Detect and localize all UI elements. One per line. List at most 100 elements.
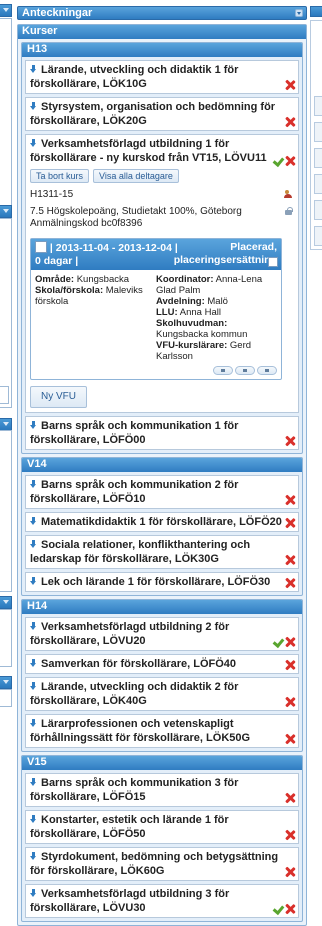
collapse-arrow-icon[interactable] [30, 139, 37, 148]
course-item[interactable]: Lärande, utveckling och didaktik 2 för f… [25, 677, 299, 711]
expand-arrow-icon[interactable] [30, 815, 37, 824]
right-tab[interactable] [314, 226, 322, 246]
left-panel-header[interactable] [0, 205, 12, 218]
expand-arrow-icon[interactable] [30, 517, 37, 526]
course-item[interactable]: Verksamhetsförlagd utbildning 2 för förs… [25, 617, 299, 651]
field-value: Kungsbacka [76, 274, 130, 285]
course-title: Lek och lärande 1 för förskollärare, LÖF… [41, 576, 271, 588]
expand-arrow-icon[interactable] [30, 480, 37, 489]
course-title: Barns språk och kommunikation 3 för förs… [30, 777, 239, 803]
field-label: LLU: [156, 307, 178, 318]
collapse-icon[interactable] [295, 9, 303, 17]
placement-tools [31, 364, 281, 379]
course-item[interactable]: Lärarprofessionen och vetenskapligt förh… [25, 714, 299, 748]
expand-arrow-icon[interactable] [30, 778, 37, 787]
course-title: Barns språk och kommunikation 1 för förs… [30, 420, 239, 446]
delete-icon[interactable] [285, 867, 295, 877]
delete-icon[interactable] [285, 734, 295, 744]
placement-card: | 2013-11-04 - 2013-12-04 | 0 dagar | Pl… [30, 238, 282, 380]
expand-arrow-icon[interactable] [30, 852, 37, 861]
term-header[interactable]: H14 [22, 600, 302, 614]
expand-arrow-icon[interactable] [30, 65, 37, 74]
course-title: Lärande, utveckling och didaktik 2 för f… [30, 681, 239, 707]
term-section: H13 Lärande, utveckling och didaktik 1 f… [21, 42, 303, 454]
term-header[interactable]: V15 [22, 756, 302, 770]
course-item[interactable]: Barns språk och kommunikation 1 för förs… [25, 416, 299, 450]
course-item[interactable]: Lek och lärande 1 för förskollärare, LÖF… [25, 572, 299, 592]
courses-panel-header[interactable]: Kurser [18, 25, 306, 39]
right-tab[interactable] [314, 148, 322, 168]
show-participants-button[interactable]: Visa alla deltagare [93, 169, 179, 183]
delete-icon[interactable] [285, 578, 295, 588]
notes-title: Anteckningar [22, 7, 93, 19]
course-item-expanded[interactable]: Verksamhetsförlagd utbildning 1 för förs… [25, 134, 299, 413]
right-tab[interactable] [314, 96, 322, 116]
field-label: Område: [35, 274, 75, 285]
term-header[interactable]: V14 [22, 458, 302, 472]
approved-check-icon [273, 156, 283, 165]
edit-placement-button[interactable] [213, 366, 233, 375]
delete-icon[interactable] [285, 637, 295, 647]
course-item[interactable]: Barns språk och kommunikation 3 för förs… [25, 773, 299, 807]
course-item[interactable]: Samverkan för förskollärare, LÖFÖ40 [25, 654, 299, 674]
right-tab[interactable] [314, 174, 322, 194]
approved-check-icon [273, 637, 283, 646]
delete-icon[interactable] [285, 495, 295, 505]
placement-details: Område: Kungsbacka Skola/förskola: Malev… [31, 270, 281, 364]
course-item[interactable]: Styrdokument, bedömning och betygsättnin… [25, 847, 299, 881]
field-label: VFU-kurslärare: [156, 340, 228, 351]
right-tab[interactable] [314, 122, 322, 142]
field-value: Kungsbacka kommun [156, 329, 248, 340]
right-tab[interactable] [314, 200, 322, 220]
lock-icon[interactable] [284, 207, 294, 216]
notes-header[interactable]: Anteckningar [17, 6, 307, 20]
placement-checkbox[interactable] [35, 241, 47, 253]
course-item[interactable]: Barns språk och kommunikation 2 för förs… [25, 475, 299, 509]
delete-icon[interactable] [285, 436, 295, 446]
delete-icon[interactable] [285, 156, 295, 166]
delete-icon[interactable] [285, 830, 295, 840]
new-vfu-button[interactable]: Ny VFU [30, 386, 87, 408]
delete-icon[interactable] [285, 117, 295, 127]
course-title: Sociala relationer, konflikthantering oc… [30, 539, 251, 565]
left-panel-header[interactable] [0, 596, 12, 609]
course-item[interactable]: Verksamhetsförlagd utbildning 3 för förs… [25, 884, 299, 918]
participants-icon[interactable] [284, 190, 294, 199]
expand-arrow-icon[interactable] [30, 622, 37, 631]
course-item[interactable]: Lärande, utveckling och didaktik 1 för f… [25, 60, 299, 94]
approved-check-icon [273, 904, 283, 913]
expand-arrow-icon[interactable] [30, 719, 37, 728]
course-item[interactable]: Sociala relationer, konflikthantering oc… [25, 535, 299, 569]
delete-icon[interactable] [285, 660, 295, 670]
term-header[interactable]: H13 [22, 43, 302, 57]
course-item[interactable]: Styrsystem, organisation och bedömning f… [25, 97, 299, 131]
main-column: Anteckningar Kurser H13 Lärande, utveckl… [17, 6, 307, 926]
delete-icon[interactable] [285, 697, 295, 707]
expand-arrow-icon[interactable] [30, 421, 37, 430]
field-label: Avdelning: [156, 296, 205, 307]
delete-icon[interactable] [285, 793, 295, 803]
collapse-icon [3, 680, 9, 684]
remove-course-button[interactable]: Ta bort kurs [30, 169, 90, 183]
course-item[interactable]: Matematikdidaktik 1 för förskollärare, L… [25, 512, 299, 532]
expand-arrow-icon[interactable] [30, 102, 37, 111]
delete-placement-button[interactable] [257, 366, 277, 375]
edit-icon[interactable] [268, 257, 278, 267]
field-value: Malö [207, 296, 228, 307]
left-panel-header[interactable] [0, 676, 12, 689]
delete-icon[interactable] [285, 80, 295, 90]
delete-icon[interactable] [285, 518, 295, 528]
expand-arrow-icon[interactable] [30, 659, 37, 668]
expand-arrow-icon[interactable] [30, 682, 37, 691]
expand-arrow-icon[interactable] [30, 540, 37, 549]
right-panel-header[interactable] [310, 6, 322, 17]
delete-icon[interactable] [285, 904, 295, 914]
delete-icon[interactable] [285, 555, 295, 565]
course-title: Styrsystem, organisation och bedömning f… [30, 101, 276, 127]
expand-arrow-icon[interactable] [30, 889, 37, 898]
left-panel-header[interactable] [0, 4, 12, 17]
course-item[interactable]: Konstarter, estetik och lärande 1 för fö… [25, 810, 299, 844]
expand-arrow-icon[interactable] [30, 577, 37, 586]
copy-placement-button[interactable] [235, 366, 255, 375]
term-section: H14 Verksamhetsförlagd utbildning 2 för … [21, 599, 303, 752]
